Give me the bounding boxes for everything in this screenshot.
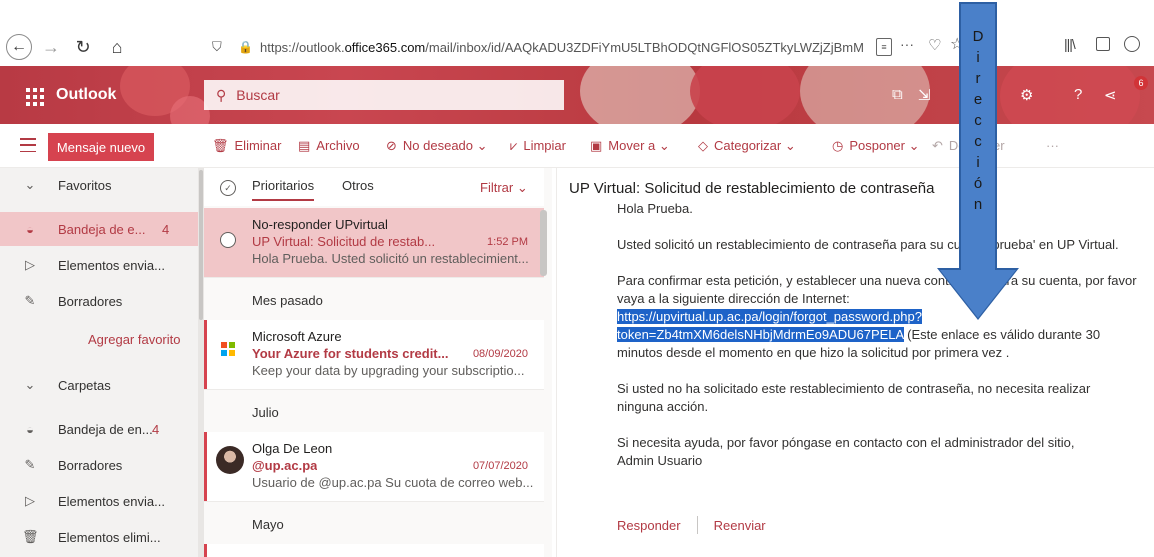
- pencil-icon: ✎: [24, 293, 36, 308]
- chevron-down-icon: ⌄: [24, 177, 36, 192]
- categorize-button[interactable]: ◇ Categorizar ⌄: [698, 138, 796, 154]
- select-radio[interactable]: [220, 232, 236, 248]
- favorites-header[interactable]: ⌄ Favoritos: [0, 168, 198, 202]
- folder-inbox-favorite[interactable]: ◒ Bandeja de e... 4: [0, 212, 198, 246]
- skype-icon[interactable]: ⧉: [892, 86, 903, 103]
- home-icon[interactable]: ⌂: [104, 34, 130, 60]
- reading-pane: UP Virtual: Solicitud de restablecimient…: [556, 168, 1154, 557]
- folder-deleted[interactable]: 🗑 Elementos elimi...: [0, 520, 198, 554]
- notification-badge: 6: [1134, 76, 1148, 90]
- forward-button[interactable]: Reenviar: [714, 518, 766, 533]
- undo-icon: ↶: [932, 138, 943, 153]
- sidebar-toggle-icon[interactable]: [1096, 37, 1110, 51]
- message-row[interactable]: [204, 544, 544, 557]
- feedback-icon[interactable]: ⇲: [918, 86, 931, 104]
- folder-inbox[interactable]: ◒ Bandeja de en... 4: [0, 412, 198, 446]
- message-row[interactable]: No-responder UPvirtual UP Virtual: Solic…: [204, 208, 544, 278]
- filter-dropdown[interactable]: Filtrar ⌄: [480, 180, 528, 196]
- folder-sent[interactable]: ▷ Elementos envia...: [0, 484, 198, 518]
- group-header-july: Julio: [204, 394, 544, 432]
- group-header-last-month: Mes pasado: [204, 282, 544, 320]
- tab-other[interactable]: Otros: [342, 178, 374, 193]
- account-icon[interactable]: [1124, 36, 1140, 52]
- archive-icon: ▤: [298, 138, 311, 153]
- microsoft-logo-icon: [221, 342, 235, 356]
- search-icon: ⚲: [216, 86, 227, 103]
- inbox-icon: ◒: [26, 221, 34, 237]
- help-icon[interactable]: ?: [1074, 86, 1082, 103]
- confirm-paragraph: Para confirmar esta petición, y establec…: [617, 273, 1137, 360]
- inbox-tabs: ✓ Prioritarios Otros Filtrar ⌄: [204, 168, 544, 206]
- reset-password-link[interactable]: https://upvirtual.up.ac.pa/login/forgot_…: [617, 309, 922, 342]
- url-prefix: https://outlook.: [260, 39, 345, 55]
- move-to-button[interactable]: ▣ Mover a ⌄: [590, 138, 670, 154]
- reply-button[interactable]: Responder: [617, 518, 681, 533]
- page-actions-icon[interactable]: ···: [900, 36, 914, 52]
- avatar: [216, 446, 244, 474]
- list-scrollbar[interactable]: [540, 210, 547, 276]
- more-actions-icon[interactable]: ···: [1046, 138, 1059, 153]
- message-list: ✓ Prioritarios Otros Filtrar ⌄ No-respon…: [204, 168, 552, 557]
- address-bar[interactable]: ⛉ 🔒 https://outlook. office365.com/mail/i…: [212, 34, 948, 60]
- forward-arrow-icon[interactable]: →: [38, 34, 64, 60]
- url-path: /mail/inbox/id/AAQkADU3ZDFiYmU5LTBhODQtN…: [425, 39, 864, 55]
- send-icon: ▷: [25, 257, 35, 272]
- junk-button[interactable]: ⊘ No deseado ⌄: [386, 138, 488, 154]
- folder-pane: ⌄ Favoritos ◒ Bandeja de e... 4 ▷ Elemen…: [0, 168, 198, 557]
- trash-icon: 🗑: [22, 529, 39, 544]
- app-launcher-icon[interactable]: [16, 80, 50, 110]
- trash-icon: 🗑: [212, 138, 229, 153]
- chevron-down-icon: ⌄: [24, 377, 36, 392]
- snooze-button[interactable]: ◷ Posponer ⌄: [832, 138, 920, 154]
- block-icon: ⊘: [386, 138, 397, 153]
- select-all-checkbox[interactable]: ✓: [220, 180, 236, 196]
- pencil-icon: ✎: [24, 457, 36, 472]
- archive-button[interactable]: ▤ Archivo: [298, 138, 360, 154]
- hamburger-menu-icon[interactable]: [20, 138, 36, 152]
- sweep-button[interactable]: ⩗ Limpiar: [510, 138, 566, 154]
- app-title[interactable]: Outlook: [56, 86, 116, 104]
- folder-move-icon: ▣: [590, 138, 603, 153]
- folder-drafts[interactable]: ✎ Borradores: [0, 448, 198, 482]
- library-icon[interactable]: |||\: [1064, 36, 1076, 52]
- lock-icon: 🔒: [238, 40, 253, 54]
- reply-actions: Responder Reenviar: [617, 516, 766, 534]
- arrow-head: [940, 270, 1016, 318]
- inbox-icon: ◒: [26, 421, 34, 437]
- notifications-icon[interactable]: ⋖: [1104, 86, 1117, 104]
- tab-focused[interactable]: Prioritarios: [252, 178, 315, 201]
- direction-label: D i r e c c i ó n: [972, 28, 984, 213]
- reload-icon[interactable]: ↻: [70, 34, 96, 60]
- new-message-button[interactable]: Mensaje nuevo: [48, 133, 154, 161]
- message-row[interactable]: Microsoft Azure Your Azure for students …: [204, 320, 544, 390]
- search-input[interactable]: [236, 87, 537, 103]
- url-domain: office365.com: [344, 39, 426, 55]
- message-row[interactable]: Olga De Leon @up.ac.pa 07/07/2020 Usuari…: [204, 432, 544, 502]
- email-subject: UP Virtual: Solicitud de restablecimient…: [569, 180, 935, 197]
- broom-icon: ⩗: [510, 138, 518, 153]
- send-icon: ▷: [25, 493, 35, 508]
- settings-gear-icon[interactable]: ⚙: [1020, 86, 1033, 104]
- group-header-may: Mayo: [204, 506, 544, 544]
- reader-view-icon[interactable]: ≡: [876, 38, 892, 56]
- folder-sent-favorite[interactable]: ▷ Elementos envia...: [0, 248, 198, 282]
- shield-icon: ⛉: [212, 39, 222, 54]
- add-favorite-link[interactable]: Agregar favorito: [0, 322, 198, 356]
- back-arrow-icon[interactable]: ←: [6, 34, 32, 60]
- delete-button[interactable]: 🗑 Eliminar: [212, 138, 281, 154]
- tag-icon: ◇: [698, 138, 708, 153]
- search-box[interactable]: ⚲: [204, 80, 564, 110]
- clock-icon: ◷: [832, 138, 844, 153]
- pocket-icon[interactable]: ♡: [928, 36, 941, 54]
- folder-drafts-favorite[interactable]: ✎ Borradores: [0, 284, 198, 318]
- email-body: Hola Prueba. Usted solicitó un restablec…: [617, 202, 1137, 468]
- folders-header[interactable]: ⌄ Carpetas: [0, 368, 198, 402]
